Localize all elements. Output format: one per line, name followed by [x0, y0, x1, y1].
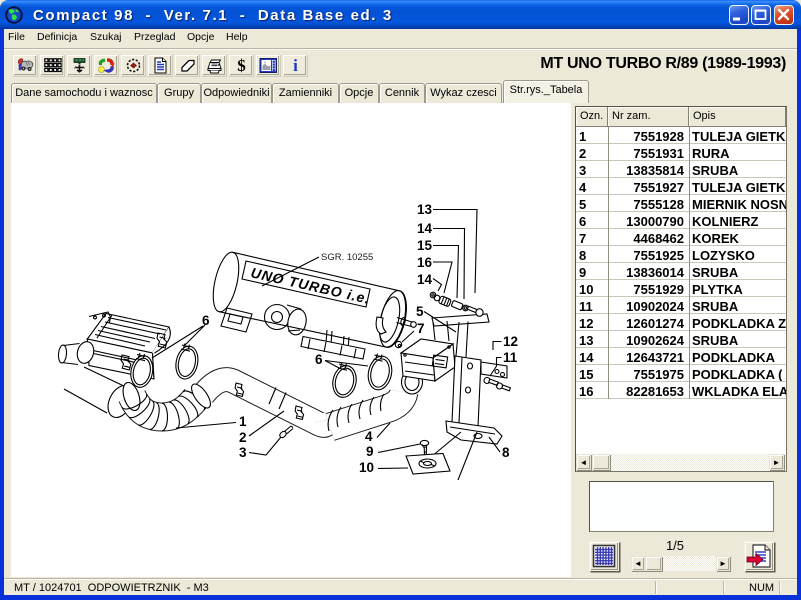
- svg-text:14: 14: [417, 221, 433, 236]
- svg-text:11: 11: [503, 350, 518, 365]
- svg-text:5: 5: [416, 304, 424, 319]
- svg-text:14: 14: [417, 272, 433, 287]
- svg-text:7: 7: [417, 321, 425, 336]
- svg-text:15: 15: [417, 238, 433, 253]
- svg-text:$: $: [237, 57, 246, 74]
- svg-text:9: 9: [366, 444, 374, 459]
- svg-text:i: i: [293, 57, 298, 74]
- svg-text:SGR. 10255: SGR. 10255: [321, 252, 373, 263]
- svg-text:2: 2: [239, 430, 247, 445]
- svg-text:6: 6: [315, 352, 323, 367]
- svg-text:16: 16: [417, 255, 433, 270]
- svg-text:6: 6: [202, 313, 210, 328]
- svg-text:4: 4: [365, 429, 373, 444]
- svg-text:10: 10: [359, 460, 374, 475]
- svg-text:3: 3: [239, 445, 247, 460]
- svg-text:8: 8: [502, 445, 510, 460]
- svg-text:12: 12: [503, 334, 518, 349]
- svg-text:1: 1: [239, 414, 247, 429]
- svg-text:13: 13: [417, 202, 433, 217]
